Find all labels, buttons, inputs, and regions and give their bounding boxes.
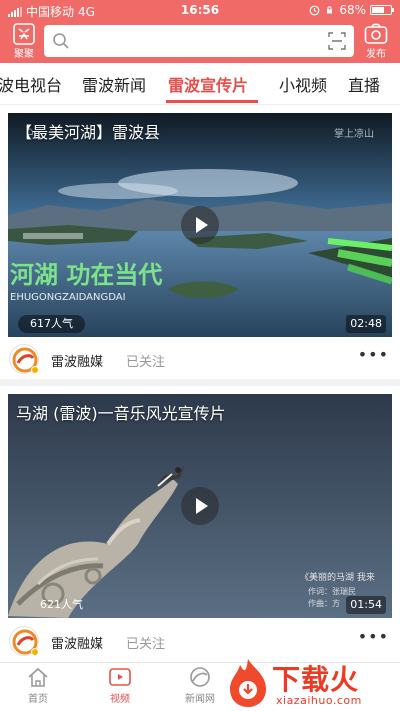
publish-label: 发布 — [366, 49, 386, 60]
logo-icon — [13, 23, 35, 45]
watermark: 下载火 xiazaihuo.com — [226, 655, 396, 711]
nav-home[interactable]: 首页 — [8, 666, 68, 705]
search-bar[interactable] — [44, 25, 354, 57]
logo-label: 聚聚 — [14, 49, 34, 60]
nav-video-label: 视频 — [110, 694, 130, 705]
status-bar: 中国移动 4G 16:56 68% — [0, 0, 400, 22]
watermark-url: xiazaihuo.com — [276, 694, 362, 707]
verified-badge — [31, 648, 39, 656]
globe-icon — [190, 667, 210, 687]
overlay-composer: 作曲：方 — [308, 598, 340, 608]
scan-icon[interactable] — [328, 32, 346, 50]
video-card-2[interactable]: 《美丽的马湖 我来 作词：张瑞民 作曲：方 马湖 (雷波)一音乐风光宣传片 62… — [8, 394, 392, 618]
alarm-icon — [309, 5, 320, 15]
follow-status[interactable]: 已关注 — [126, 351, 165, 370]
tab-live[interactable]: 直播 — [348, 72, 380, 96]
overlay-pinyin: EHUGONGZAIDANGDAI — [10, 292, 126, 303]
nav-home-label: 首页 — [28, 694, 48, 705]
video-title: 马湖 (雷波)一音乐风光宣传片 — [16, 404, 226, 423]
view-count: 621人气 — [40, 598, 83, 611]
overlay-title: 河湖 功在当代 — [10, 261, 162, 289]
nav-news-site-label: 新闻网 — [185, 694, 215, 705]
status-right: 68% — [309, 3, 394, 17]
author-name[interactable]: 雷波融媒 — [51, 351, 103, 370]
video-duration: 01:54 — [346, 596, 386, 614]
tab-news[interactable]: 雷波新闻 — [82, 72, 146, 96]
view-count: 617人气 — [18, 315, 85, 333]
feed-divider — [0, 379, 400, 386]
overlay-song-title: 《美丽的马湖 我来 — [300, 571, 375, 583]
app-header: 中国移动 4G 16:56 68% 聚聚 发布 — [0, 0, 400, 63]
overlay-lyricist: 作词：张瑞民 — [308, 586, 356, 596]
author-name[interactable]: 雷波融媒 — [51, 633, 103, 652]
camera-icon — [364, 23, 388, 44]
rotation-lock-icon — [327, 5, 333, 13]
tab-promo-films[interactable]: 雷波宣传片 — [168, 72, 248, 96]
video-meta-1: 雷波融媒 已关注 ••• — [0, 342, 400, 378]
search-input[interactable] — [76, 29, 316, 53]
play-icon[interactable] — [181, 206, 219, 244]
play-icon[interactable] — [181, 487, 219, 525]
video-card-1[interactable]: 河湖 功在当代 EHUGONGZAIDANGDAI ⌂ 掌上凉山 【最美河湖】雷… — [8, 113, 392, 337]
tab-tv-station[interactable]: 波电视台 — [0, 72, 62, 96]
overlay-station-logo: 掌上凉山 — [334, 127, 374, 140]
active-tab-indicator — [166, 100, 258, 103]
more-options-icon[interactable]: ••• — [358, 627, 389, 646]
tab-short-video[interactable]: 小视频 — [279, 72, 327, 96]
search-icon — [53, 33, 69, 49]
follow-status[interactable]: 已关注 — [126, 633, 165, 652]
home-logo-button[interactable]: 聚聚 — [4, 22, 44, 62]
nav-video[interactable]: 视频 — [90, 666, 150, 705]
more-options-icon[interactable]: ••• — [358, 345, 389, 364]
video-title: 【最美河湖】雷波县 — [16, 123, 161, 142]
video-duration: 02:48 — [346, 315, 386, 333]
app-screen: 中国移动 4G 16:56 68% 聚聚 发布 波电视台 雷波新闻 雷波宣传片 … — [0, 0, 400, 711]
nav-news-site[interactable]: 新闻网 — [170, 666, 230, 705]
battery-percent: 68% — [339, 3, 366, 17]
home-icon — [28, 667, 48, 687]
watermark-text: 下载火 — [272, 663, 360, 696]
flame-logo-icon — [230, 659, 266, 707]
publish-button[interactable]: 发布 — [356, 22, 396, 62]
verified-badge — [31, 366, 39, 374]
channel-tabs: 波电视台 雷波新闻 雷波宣传片 小视频 直播 — [0, 63, 400, 105]
video-icon — [109, 668, 131, 686]
battery-icon — [370, 5, 394, 15]
